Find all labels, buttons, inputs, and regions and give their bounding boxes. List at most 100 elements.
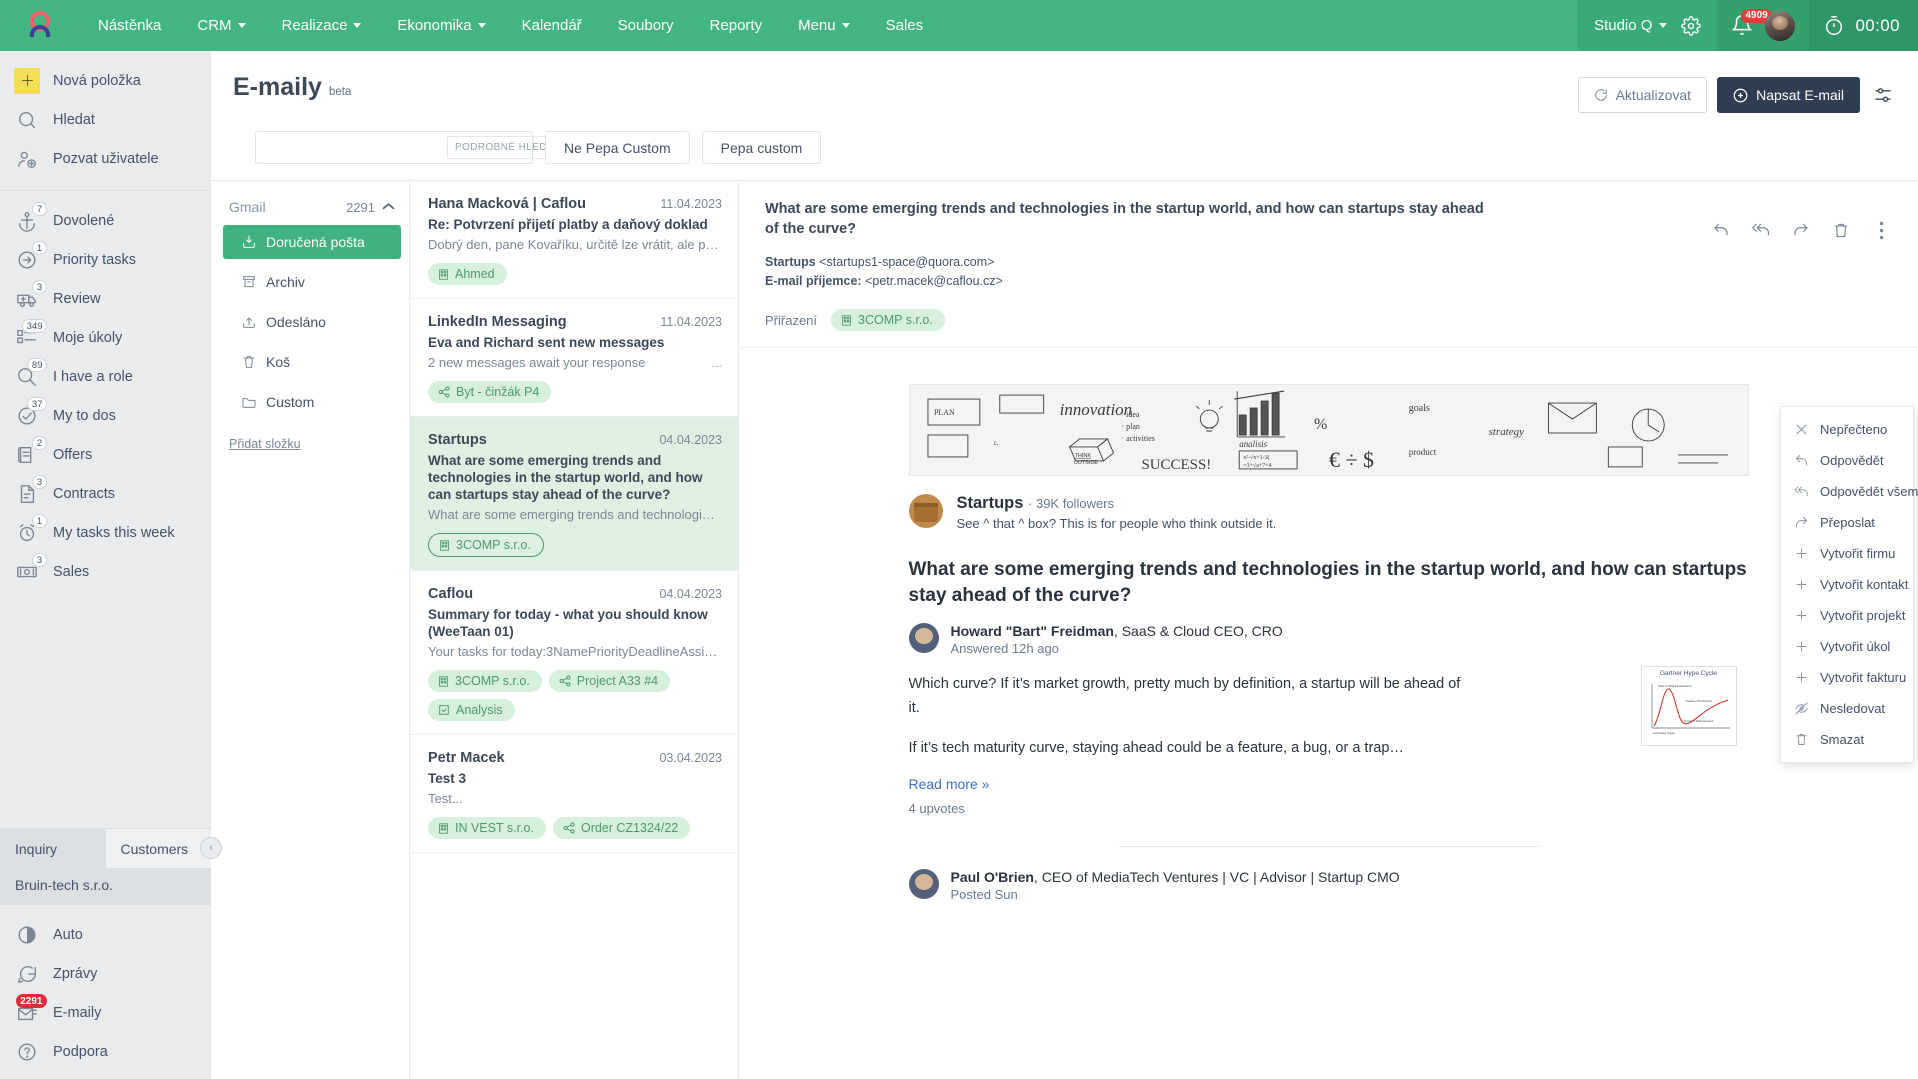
nav-item-reporty[interactable]: Reporty [692,1,781,50]
context-menu-item-odpov-d-t-v-em[interactable]: Odpovědět všem [1781,476,1913,507]
context-menu-item-vytvo-it-kol[interactable]: Vytvořit úkol [1781,631,1913,662]
email-sender: Startups [428,432,487,448]
gear-icon[interactable] [1681,16,1701,36]
context-menu-item-smazat[interactable]: Smazat [1781,724,1913,755]
space-info: Startups · 39K followers See ^ that ^ bo… [957,494,1277,531]
plus-circle-icon [1733,88,1748,103]
answer-body: Which curve? If it’s market growth, pret… [909,672,1749,760]
sidebar-item-sales[interactable]: 3Sales [0,552,211,591]
search-box[interactable]: PODROBNÉ HLEDÁNÍ [255,131,533,164]
email-tag[interactable]: Project A33 #4 [549,670,670,692]
refresh-button[interactable]: Aktualizovat [1578,77,1707,113]
sidebar-item-contracts[interactable]: 3Contracts [0,474,211,513]
add-folder-link[interactable]: Přidat složku [211,419,409,451]
nav-item-label: Realizace [282,17,348,34]
sidebar-item-moje-koly[interactable]: 349Moje úkoly [0,318,211,357]
email-list-item[interactable]: LinkedIn Messaging11.04.2023Eva and Rich… [410,299,738,417]
sidebar-item-e-maily[interactable]: 2291E-maily [0,993,211,1032]
sidebar-item-my-to-dos[interactable]: 37My to dos [0,396,211,435]
sidebar-item-review[interactable]: 3Review [0,279,211,318]
reply-all-icon[interactable] [1750,219,1772,241]
sidebar-item-offers[interactable]: 2Offers [0,435,211,474]
email-tag[interactable]: 3COMP s.r.o. [428,670,542,692]
email-tag[interactable]: Order CZ1324/22 [553,817,690,839]
sidebar-collapse-button[interactable]: ‹ [200,837,222,859]
folder-item-doru-en-po-ta[interactable]: Doručená pošta [223,225,401,259]
question-title[interactable]: What are some emerging trends and techno… [909,557,1749,609]
assignment-tag[interactable]: 3COMP s.r.o. [831,309,945,331]
time-tracker[interactable]: 00:00 [1809,0,1918,51]
sidebar-tab-customers[interactable]: Customers [106,829,212,868]
sidebar-item-dovolen-[interactable]: 7Dovolené [0,201,211,240]
nav-item-soubory[interactable]: Soubory [600,1,692,50]
sidebar-item-i-have-a-role[interactable]: 89I have a role [0,357,211,396]
sidebar-item-priority-tasks[interactable]: 1Priority tasks [0,240,211,279]
sidebar-item-podpora[interactable]: Podpora [0,1032,211,1071]
quora-space-header: Startups · 39K followers See ^ that ^ bo… [909,494,1749,531]
email-tags: Byt - činžák P4 [428,381,722,403]
space-followers: · 39K followers [1028,496,1114,511]
sidebar-item-nov-polo-ka[interactable]: Nová položka [0,61,211,100]
email-tag[interactable]: Analysis [428,699,515,721]
email-context-menu[interactable]: NepřečtenoOdpovědětOdpovědět všemPřeposl… [1780,406,1914,763]
context-menu-item-vytvo-it-kontakt[interactable]: Vytvořit kontakt [1781,569,1913,600]
workspace-name[interactable]: Studio Q [1594,17,1667,34]
context-menu-item-vytvo-it-firmu[interactable]: Vytvořit firmu [1781,538,1913,569]
sidebar-tab-inquiry[interactable]: Inquiry [0,829,106,868]
folder-item-archiv[interactable]: Archiv [223,265,401,299]
context-menu-item-odpov-d-t[interactable]: Odpovědět [1781,445,1913,476]
notifications-bell[interactable]: 4909 [1731,14,1755,38]
nav-item-crm[interactable]: CRM [179,1,263,50]
sidebar-item-pozvat-u-ivatele[interactable]: Pozvat uživatele [0,139,211,178]
email-list[interactable]: Hana Macková | Caflou11.04.2023Re: Potvr… [409,181,739,1079]
search-input[interactable] [266,140,447,156]
reply-icon[interactable] [1710,219,1732,241]
banknote-icon: 3 [14,559,40,585]
nav-item-n-st-nka[interactable]: Nástěnka [80,1,179,50]
more-options-icon[interactable] [1870,219,1892,241]
nav-item-realizace[interactable]: Realizace [264,1,380,50]
context-menu-item-vytvo-it-projekt[interactable]: Vytvořit projekt [1781,600,1913,631]
context-menu-item-p-eposlat[interactable]: Přeposlat [1781,507,1913,538]
sidebar-item-my-tasks-this-week[interactable]: 1My tasks this week [0,513,211,552]
folder-item-custom[interactable]: Custom [223,385,401,419]
mail-panes: Gmail 2291 Doručená pošta Archiv Odesláno K… [211,180,1918,1079]
email-tag[interactable]: Byt - činžák P4 [428,381,551,403]
chevron-up-icon[interactable] [382,200,395,214]
nav-item-menu[interactable]: Menu [780,1,868,50]
read-more-link[interactable]: Read more » [909,776,1749,792]
workspace-selector[interactable]: Studio Q [1578,0,1717,51]
folder-item-ko-[interactable]: Koš [223,345,401,379]
email-list-item[interactable]: Startups04.04.2023What are some emerging… [410,417,738,571]
filter-chip-0[interactable]: Ne Pepa Custom [545,131,690,164]
nav-item-ekonomika[interactable]: Ekonomika [379,1,503,50]
sidebar-item-hledat[interactable]: Hledat [0,100,211,139]
avatar[interactable] [1765,11,1795,41]
compose-email-button[interactable]: Napsat E-mail [1717,77,1860,113]
nav-item-sales[interactable]: Sales [868,1,942,50]
email-list-item[interactable]: Caflou04.04.2023Summary for today - what… [410,571,738,735]
svg-text:Technology Trigger: Technology Trigger [1653,731,1675,735]
email-tag[interactable]: IN VEST s.r.o. [428,817,546,839]
nav-item-kalend-[interactable]: Kalendář [504,1,600,50]
folder-item-odesl-no[interactable]: Odesláno [223,305,401,339]
context-menu-item-nep-e-teno[interactable]: Nepřečteno [1781,414,1913,445]
sidebar-context-entry[interactable]: Bruin-tech s.r.o. [0,868,211,905]
sidebar-badge: 1 [32,241,47,255]
delete-icon[interactable] [1830,219,1852,241]
email-list-item[interactable]: Petr Macek03.04.2023Test 3Test...IN VEST… [410,735,738,853]
account-row[interactable]: Gmail 2291 [211,195,409,219]
sidebar-item-auto[interactable]: Auto [0,915,211,954]
email-tag[interactable]: Ahmed [428,263,507,285]
sidebar-item-zpr-vy[interactable]: Zprávy [0,954,211,993]
forward-icon[interactable] [1790,219,1812,241]
email-tag[interactable]: 3COMP s.r.o. [428,533,544,557]
context-menu-item-nesledovat[interactable]: Nesledovat [1781,693,1913,724]
settings-sliders-button[interactable] [1870,82,1896,108]
filter-chip-1[interactable]: Pepa custom [702,131,822,164]
context-menu-item-vytvo-it-fakturu[interactable]: Vytvořit fakturu [1781,662,1913,693]
email-list-item[interactable]: Hana Macková | Caflou11.04.2023Re: Potvr… [410,181,738,299]
app-logo[interactable] [0,11,80,41]
header-actions: Aktualizovat Napsat E-mail [1578,73,1896,113]
email-detail-pane: What are some emerging trends and techno… [739,181,1918,1079]
